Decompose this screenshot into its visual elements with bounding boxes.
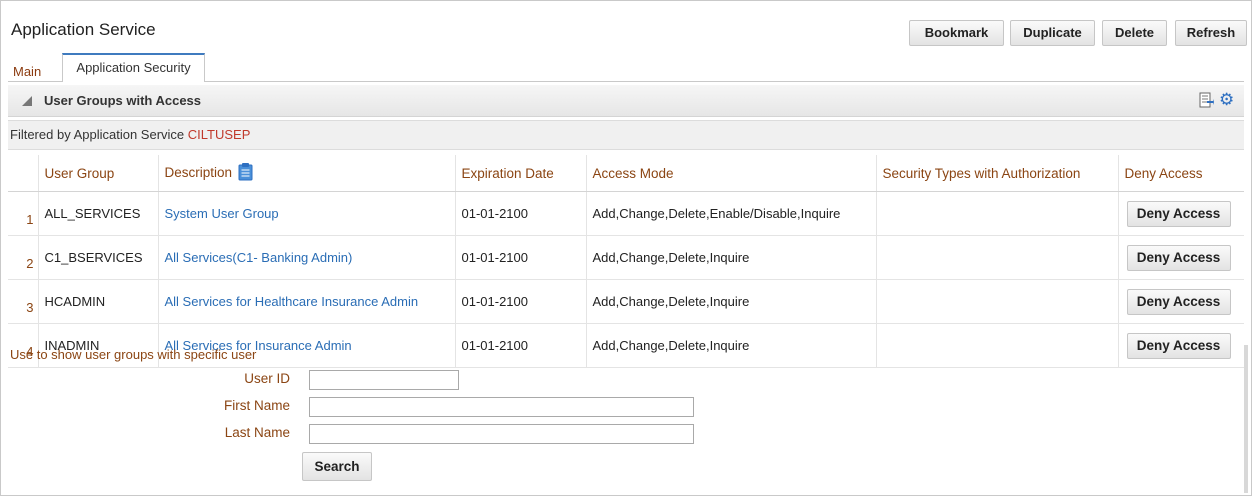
description-cell: All Services for Healthcare Insurance Ad…	[157, 279, 455, 324]
table-header-row: User Group Description Expiration Date A…	[8, 155, 1244, 192]
expiration-date-cell: 01-01-2100	[454, 279, 586, 324]
access-mode-cell: Add,Change,Delete,Inquire	[585, 235, 876, 280]
security-types-cell	[875, 235, 1118, 280]
first-name-label: First Name	[223, 398, 290, 413]
description-cell: All Services(C1- Banking Admin)	[157, 235, 455, 280]
expiration-date-cell: 01-01-2100	[454, 191, 586, 236]
security-types-cell	[875, 191, 1118, 236]
page-title: Application Service	[11, 20, 156, 39]
gear-icon[interactable]: ⚙	[1219, 91, 1234, 108]
deny-access-cell: Deny Access	[1117, 191, 1244, 236]
column-header-access-mode[interactable]: Access Mode	[585, 155, 876, 192]
bookmark-button[interactable]: Bookmark	[909, 20, 1004, 46]
user-groups-table: User Group Description Expiration Date A…	[8, 155, 1244, 368]
description-link[interactable]: System User Group	[165, 206, 279, 221]
deny-access-button[interactable]: Deny Access	[1126, 200, 1231, 227]
filter-value: CILTUSEP	[187, 127, 251, 142]
filter-text: Filtered by Application Service CILTUSEP	[10, 127, 250, 142]
column-header-description[interactable]: Description	[157, 155, 455, 192]
description-link[interactable]: All Services for Healthcare Insurance Ad…	[165, 294, 419, 309]
last-name-label: Last Name	[224, 425, 290, 440]
collapse-triangle-icon[interactable]	[22, 96, 32, 106]
clipboard-icon[interactable]	[238, 162, 253, 181]
export-icon[interactable]	[1199, 92, 1214, 109]
column-header-security-types[interactable]: Security Types with Authorization	[875, 155, 1118, 192]
row-number: 2	[8, 235, 38, 280]
security-types-cell	[875, 323, 1118, 368]
section-header: User Groups with Access ⚙	[8, 85, 1244, 117]
deny-access-cell: Deny Access	[1117, 279, 1244, 324]
column-header-expiration-date[interactable]: Expiration Date	[454, 155, 586, 192]
tab-application-security[interactable]: Application Security	[62, 53, 205, 82]
deny-access-cell: Deny Access	[1117, 235, 1244, 280]
access-mode-cell: Add,Change,Delete,Enable/Disable,Inquire	[585, 191, 876, 236]
expiration-date-cell: 01-01-2100	[454, 323, 586, 368]
column-header-user-group[interactable]: User Group	[37, 155, 158, 192]
first-name-input[interactable]	[309, 397, 694, 417]
filter-bar: Filtered by Application Service CILTUSEP	[8, 120, 1244, 150]
row-number: 1	[8, 191, 38, 236]
user-group-cell: ALL_SERVICES	[37, 191, 158, 236]
table-row[interactable]: 2 C1_BSERVICES All Services(C1- Banking …	[8, 235, 1244, 280]
column-header-description-label: Description	[164, 164, 233, 180]
refresh-button[interactable]: Refresh	[1175, 20, 1247, 46]
description-link[interactable]: All Services(C1- Banking Admin)	[165, 250, 353, 265]
last-name-input[interactable]	[309, 424, 694, 444]
expiration-date-cell: 01-01-2100	[454, 235, 586, 280]
access-mode-cell: Add,Change,Delete,Inquire	[585, 323, 876, 368]
user-group-cell: HCADMIN	[37, 279, 158, 324]
search-button[interactable]: Search	[302, 452, 372, 481]
user-id-label: User ID	[244, 371, 290, 386]
deny-access-button[interactable]: Deny Access	[1126, 332, 1231, 359]
row-number: 3	[8, 279, 38, 324]
table-row[interactable]: 1 ALL_SERVICES System User Group 01-01-2…	[8, 191, 1244, 236]
duplicate-button[interactable]: Duplicate	[1010, 20, 1095, 46]
user-group-cell: C1_BSERVICES	[37, 235, 158, 280]
deny-access-button[interactable]: Deny Access	[1126, 288, 1231, 315]
column-header-deny-access[interactable]: Deny Access	[1117, 155, 1244, 192]
row-number-header	[8, 155, 38, 192]
security-types-cell	[875, 279, 1118, 324]
user-id-input[interactable]	[309, 370, 459, 390]
user-filter-hint: Use to show user groups with specific us…	[10, 347, 257, 362]
tab-main[interactable]: Main	[13, 64, 41, 79]
table-row[interactable]: 3 HCADMIN All Services for Healthcare In…	[8, 279, 1244, 324]
delete-button[interactable]: Delete	[1102, 20, 1167, 46]
filter-label: Filtered by Application Service	[10, 127, 185, 142]
access-mode-cell: Add,Change,Delete,Inquire	[585, 279, 876, 324]
section-title: User Groups with Access	[44, 93, 202, 108]
deny-access-button[interactable]: Deny Access	[1126, 244, 1231, 271]
description-cell: System User Group	[157, 191, 455, 236]
vertical-scrollbar[interactable]	[1244, 345, 1248, 493]
deny-access-cell: Deny Access	[1117, 323, 1244, 368]
